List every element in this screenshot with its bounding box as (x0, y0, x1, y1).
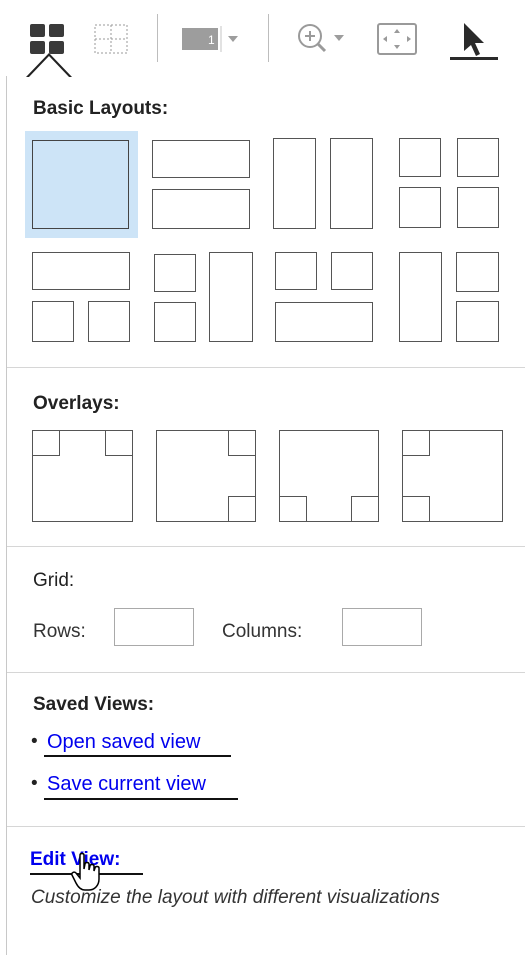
overlays-title: Overlays: (33, 393, 120, 414)
layout-1-top-2-bottom[interactable] (25, 245, 138, 352)
zoom-in-icon[interactable] (292, 20, 358, 58)
grid-title: Grid: (33, 570, 75, 591)
series-selector[interactable]: 1 (180, 22, 250, 56)
layout-2-rows[interactable] (147, 131, 256, 238)
overlay-bottom-corners[interactable] (273, 424, 386, 528)
bullet: • (31, 731, 38, 752)
section-divider (7, 826, 525, 827)
hand-cursor-icon (70, 852, 104, 892)
layout-2-columns[interactable] (266, 131, 379, 238)
open-saved-view-underline (44, 755, 231, 757)
fit-to-window-icon[interactable] (375, 20, 421, 58)
save-current-view-link[interactable]: Save current view (47, 773, 206, 796)
save-current-view-underline (44, 798, 238, 800)
columns-label: Columns: (222, 621, 303, 642)
rows-input[interactable] (114, 608, 194, 646)
open-saved-view-link[interactable]: Open saved view (47, 731, 200, 754)
saved-views-title: Saved Views: (33, 694, 155, 715)
pointer-arrow-icon[interactable] (450, 18, 500, 62)
toolbar-separator (157, 14, 158, 62)
layout-2-left-1-right[interactable] (147, 245, 260, 352)
columns-input[interactable] (342, 608, 422, 646)
overlay-right-corners[interactable] (150, 424, 263, 528)
basic-layouts-title: Basic Layouts: (33, 98, 169, 119)
layout-grid-icon[interactable] (28, 22, 68, 56)
overlay-top-corners[interactable] (25, 424, 138, 528)
section-divider (7, 367, 525, 368)
layout-1-left-2-right[interactable] (392, 245, 505, 352)
layout-1x1[interactable] (25, 131, 138, 238)
section-divider (7, 672, 525, 673)
bullet: • (31, 773, 38, 794)
rows-label: Rows: (33, 621, 86, 642)
layout-2x2[interactable] (392, 131, 505, 238)
series-badge-number: 1 (208, 33, 215, 47)
grid-dashed-icon[interactable] (92, 22, 132, 56)
toolbar-separator (268, 14, 269, 62)
overlay-left-corners[interactable] (396, 424, 509, 528)
toolbar: 1 (0, 0, 525, 78)
section-divider (7, 546, 525, 547)
panel-pointer-fill (28, 56, 70, 78)
layout-2-top-1-bottom[interactable] (266, 245, 379, 352)
